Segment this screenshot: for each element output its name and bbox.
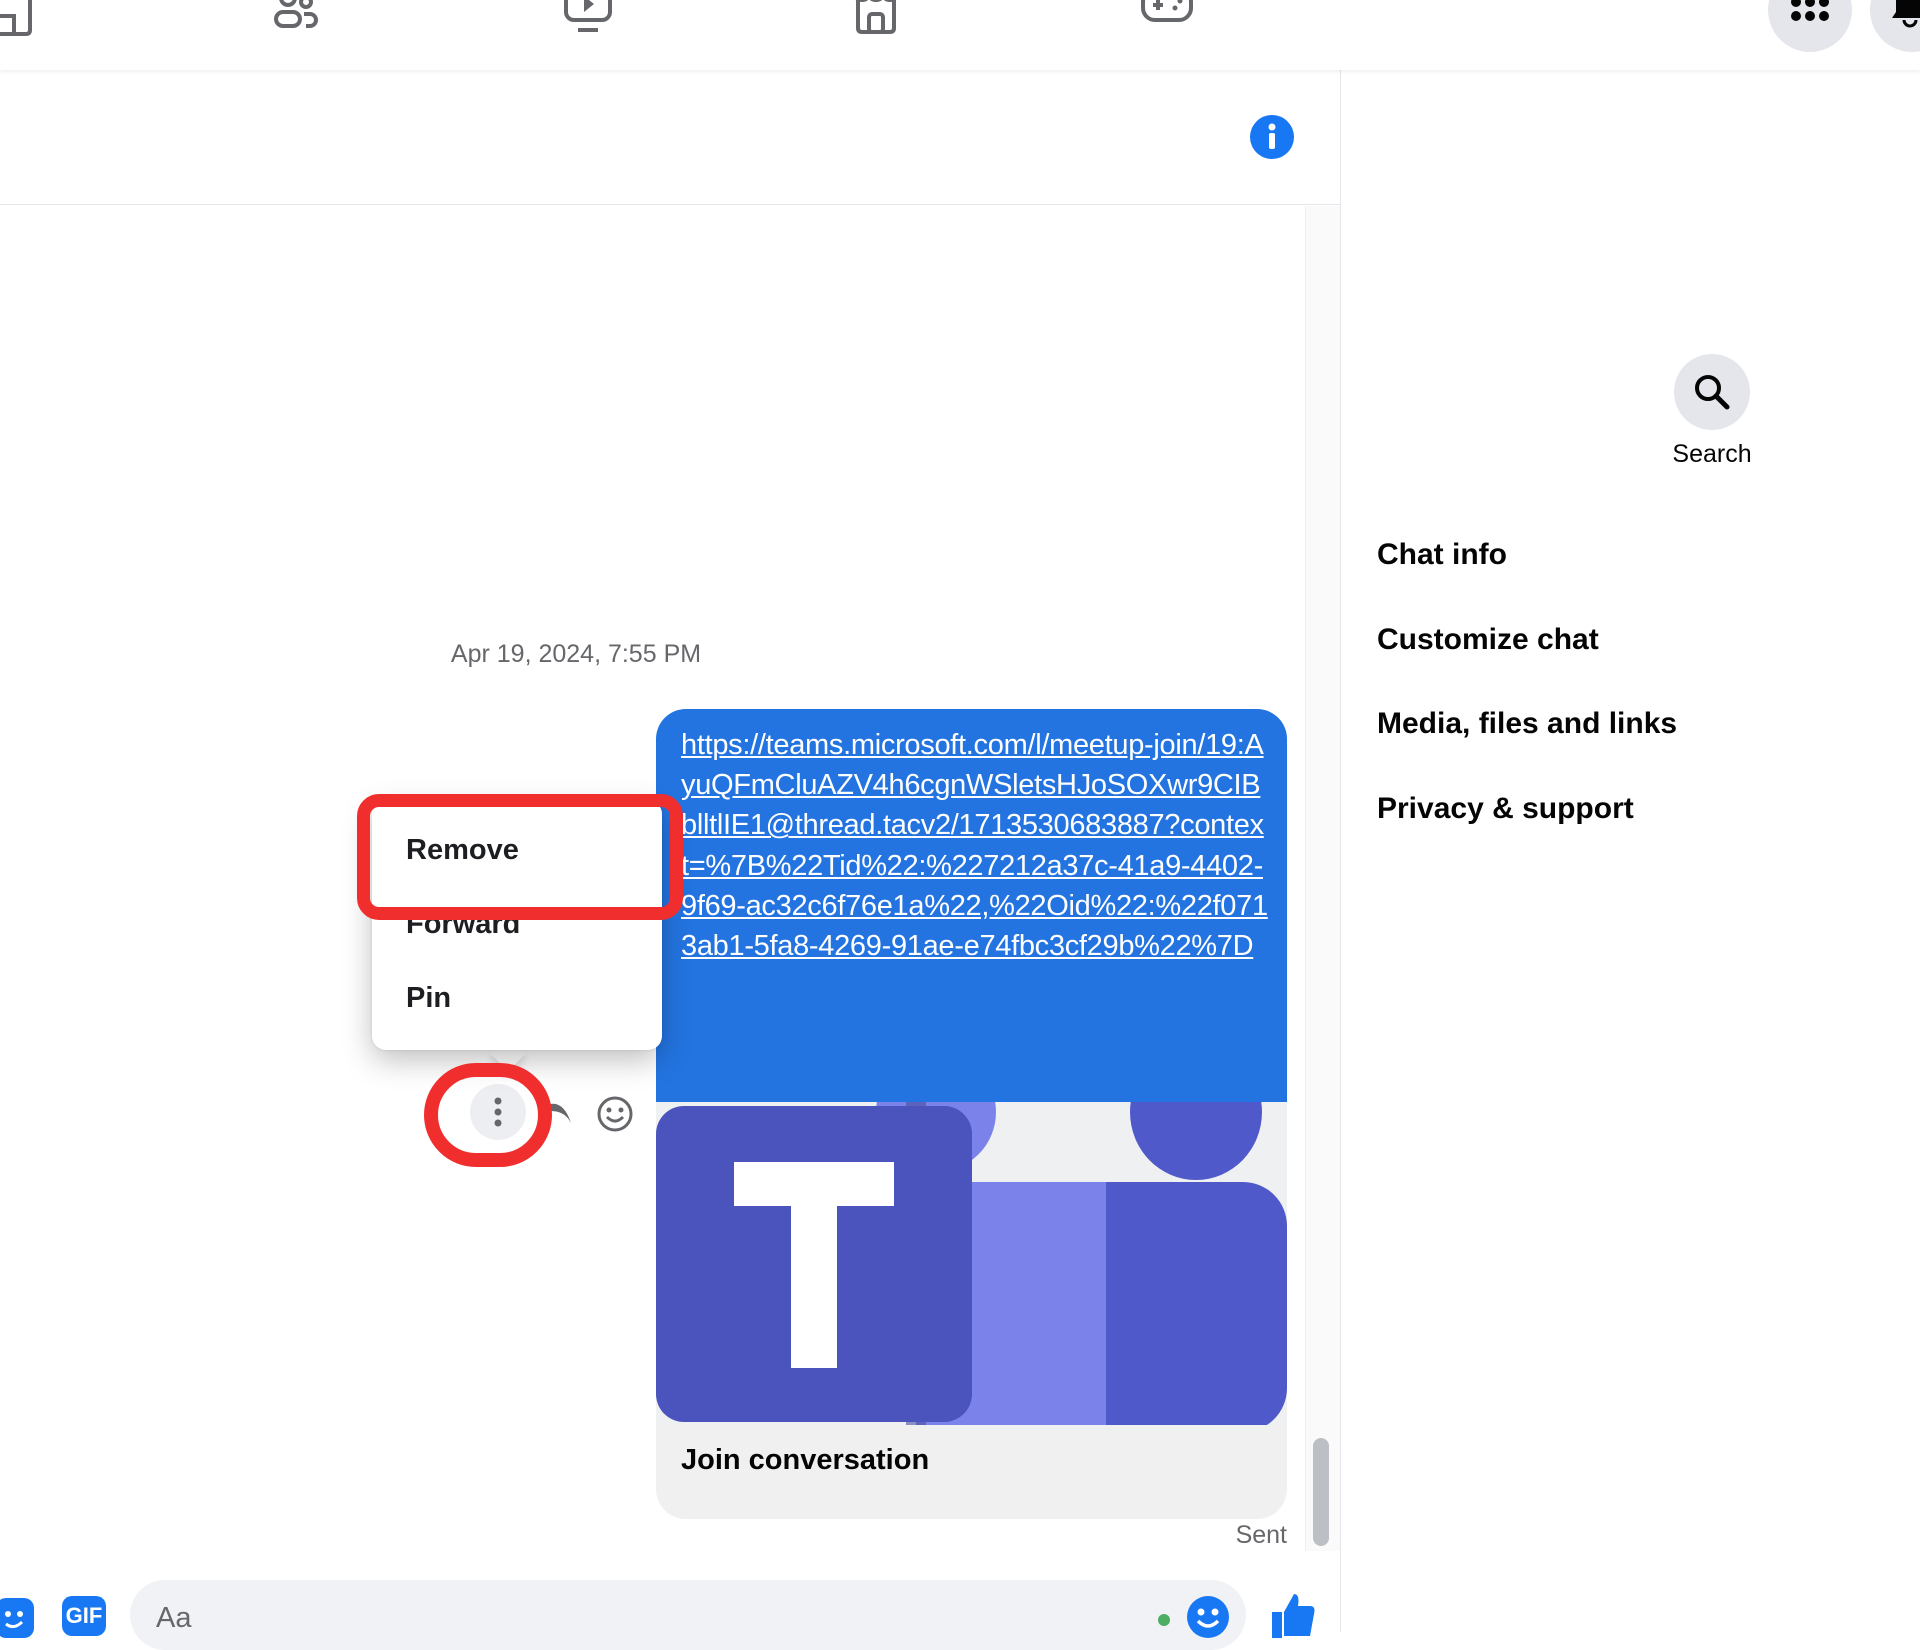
gif-button[interactable]: GIF: [62, 1596, 106, 1636]
highlight-annotation-more-button: [424, 1063, 552, 1167]
chat-header: [0, 70, 1340, 205]
sticker-icon: [0, 1598, 34, 1638]
sent-message-bubble[interactable]: https://teams.microsoft.com/l/meetup-joi…: [656, 709, 1287, 1519]
friends-icon[interactable]: [268, 0, 324, 36]
link-preview-image[interactable]: [656, 1102, 1287, 1425]
microsoft-teams-logo: [656, 1102, 1287, 1425]
like-button[interactable]: [1270, 1592, 1316, 1638]
gaming-icon[interactable]: [1139, 0, 1195, 36]
message-input[interactable]: Aa: [130, 1580, 1246, 1650]
link-preview-title[interactable]: Join conversation: [681, 1444, 929, 1477]
watch-icon[interactable]: [560, 0, 616, 36]
message-input-placeholder: Aa: [156, 1602, 192, 1634]
message-link[interactable]: https://teams.microsoft.com/l/meetup-joi…: [681, 725, 1271, 966]
status-dot: [1158, 1614, 1170, 1626]
highlight-annotation-remove: [357, 794, 683, 920]
menu-item-pin[interactable]: Pin: [372, 964, 662, 1034]
search-in-conversation-button[interactable]: [1674, 354, 1750, 430]
menu-item-label: Pin: [406, 982, 452, 1014]
search-label: Search: [1672, 440, 1752, 468]
sticker-button[interactable]: [0, 1596, 36, 1640]
info-button[interactable]: [1250, 115, 1294, 159]
home-icon[interactable]: [0, 0, 34, 36]
panel-item-chat-info[interactable]: Chat info: [1377, 538, 1507, 572]
message-link-area: https://teams.microsoft.com/l/meetup-joi…: [656, 709, 1287, 1102]
search-icon: [1695, 375, 1730, 410]
grid-menu-icon: [1791, 0, 1829, 21]
emoji-button[interactable]: [1186, 1595, 1230, 1639]
chat-scrollbar[interactable]: [1305, 206, 1340, 1551]
top-navigation-bar: [0, 0, 1920, 70]
grid-menu-button[interactable]: [1768, 0, 1852, 52]
chat-scrollbar-thumb[interactable]: [1313, 1438, 1329, 1546]
message-status: Sent: [1235, 1521, 1287, 1549]
marketplace-icon[interactable]: [848, 0, 904, 36]
message-timestamp: Apr 19, 2024, 7:55 PM: [450, 640, 702, 668]
notifications-button[interactable]: [1870, 0, 1920, 52]
panel-item-customize-chat[interactable]: Customize chat: [1377, 623, 1599, 657]
panel-divider: [1340, 70, 1341, 1632]
panel-item-privacy-support[interactable]: Privacy & support: [1377, 792, 1634, 826]
react-emoji-icon[interactable]: [596, 1095, 634, 1133]
emoji-icon: [1187, 1596, 1229, 1638]
thumbs-up-icon: [1272, 1594, 1315, 1638]
panel-item-media-files-links[interactable]: Media, files and links: [1377, 707, 1677, 741]
bell-icon: [1892, 0, 1920, 28]
info-icon: [1268, 123, 1276, 149]
